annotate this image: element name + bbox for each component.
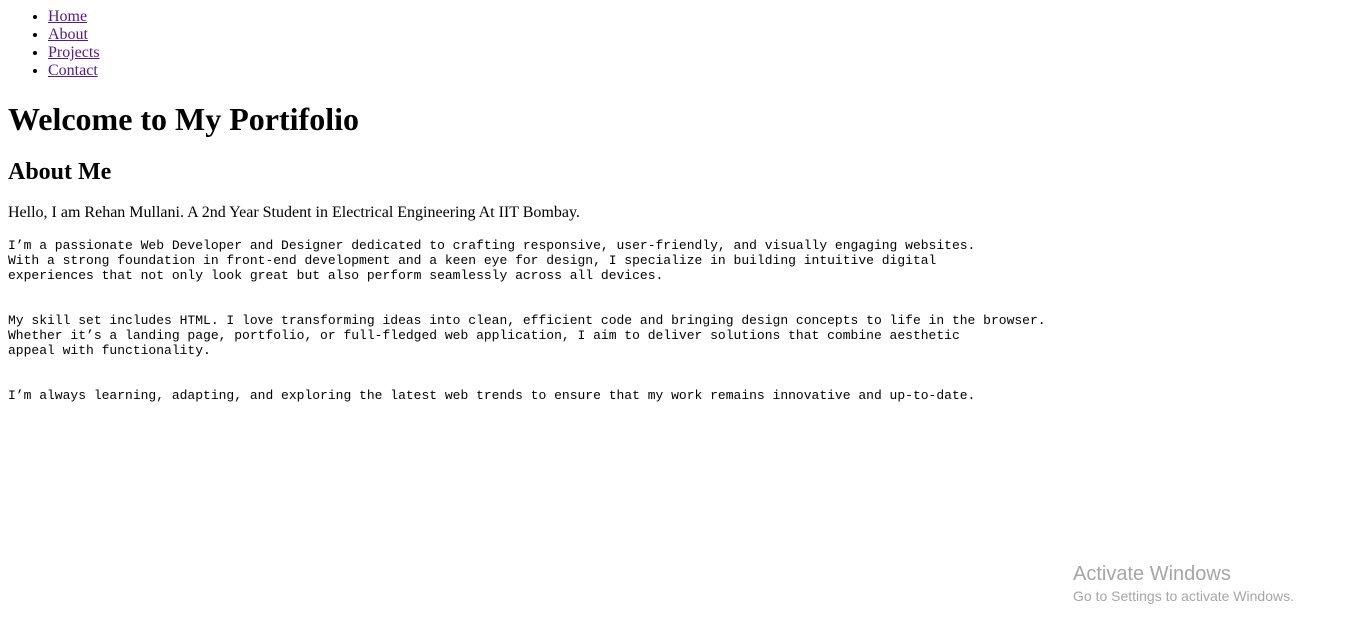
nav-link-contact[interactable]: Contact	[48, 62, 98, 79]
paragraph-learning: I’m always learning, adapting, and explo…	[8, 388, 1344, 403]
paragraph-line: appeal with functionality.	[8, 343, 211, 358]
paragraph-line: Whether it’s a landing page, portfolio, …	[8, 328, 960, 343]
paragraph-line: I’m a passionate Web Developer and Desig…	[8, 238, 976, 253]
paragraph-line: experiences that not only look great but…	[8, 268, 664, 283]
nav-item-contact: Contact	[48, 62, 1344, 80]
intro-text: Hello, I am Rehan Mullani. A 2nd Year St…	[8, 204, 580, 221]
page-title: Welcome to My Portifolio	[8, 101, 359, 137]
paragraph-line: My skill set includes HTML. I love trans…	[8, 313, 1046, 328]
nav-list: Home About Projects Contact	[8, 8, 1344, 80]
watermark-subtitle: Go to Settings to activate Windows.	[1073, 588, 1294, 604]
paragraph-skills: My skill set includes HTML. I love trans…	[8, 313, 1344, 358]
page-container: Home About Projects Contact Welcome to M…	[0, 8, 1352, 403]
paragraph-passion: I’m a passionate Web Developer and Desig…	[8, 238, 1344, 283]
nav-item-about: About	[48, 26, 1344, 44]
section-heading-about: About Me	[8, 159, 112, 185]
nav-link-about[interactable]: About	[48, 26, 88, 43]
paragraph-line: I’m always learning, adapting, and explo…	[8, 388, 976, 403]
activate-windows-watermark: Activate Windows Go to Settings to activ…	[1073, 562, 1294, 606]
nav-link-home[interactable]: Home	[48, 8, 87, 25]
paragraph-line: With a strong foundation in front-end de…	[8, 253, 937, 268]
watermark-title: Activate Windows	[1073, 563, 1231, 585]
nav-link-projects[interactable]: Projects	[48, 44, 100, 61]
nav-item-home: Home	[48, 8, 1344, 26]
nav-item-projects: Projects	[48, 44, 1344, 62]
